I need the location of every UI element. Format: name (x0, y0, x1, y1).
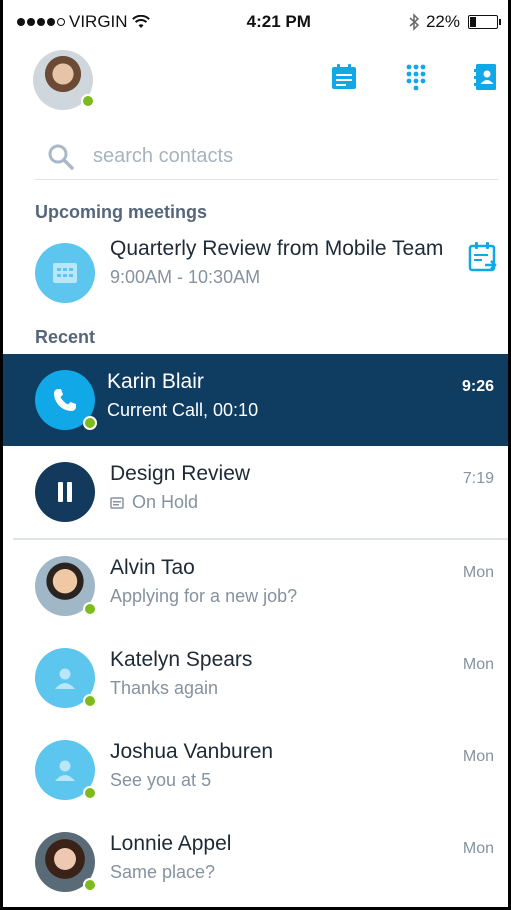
last-message: Applying for a new job? (110, 585, 298, 606)
person-icon (55, 668, 75, 689)
contact-name: Lonnie Appel (110, 831, 232, 855)
meeting-small-icon (110, 496, 124, 509)
recent-item-active-call[interactable]: Karin Blair Current Call, 00:10 9:26 (3, 354, 508, 446)
carrier-label: VIRGIN (69, 12, 128, 31)
recent-item[interactable]: Joshua Vanburen See you at 5 Mon (3, 724, 508, 816)
presence-available-icon (83, 416, 97, 430)
section-title-recent: Recent (35, 327, 96, 347)
battery-icon (468, 15, 501, 29)
wifi-icon (131, 15, 150, 28)
search-input[interactable] (93, 145, 453, 168)
signal-strength-icon (17, 18, 65, 26)
status-bar: VIRGIN 4:21 PM 22% (3, 0, 508, 44)
header (3, 44, 508, 128)
last-message: Same place? (110, 861, 216, 882)
hold-avatar (35, 462, 95, 522)
contact-avatar (35, 555, 97, 616)
phone-icon (54, 389, 76, 411)
clock: 4:21 PM (246, 12, 311, 31)
presence-available-icon (83, 693, 97, 708)
meeting-title: Quarterly Review from Mobile Team (110, 237, 444, 260)
pause-icon (58, 482, 72, 502)
my-avatar[interactable] (33, 50, 95, 110)
presence-available-icon (83, 785, 97, 800)
app-frame: VIRGIN 4:21 PM 22% search contacts Upcom… (0, 0, 511, 910)
dialpad-icon[interactable] (401, 62, 431, 92)
call-avatar (35, 370, 97, 430)
contact-avatar (35, 739, 97, 800)
contact-avatar (35, 647, 97, 708)
battery-percent: 22% (425, 12, 460, 31)
call-status: Current Call, 00:10 (107, 400, 259, 420)
contact-avatar (35, 831, 97, 892)
presence-available-icon (83, 877, 97, 892)
recent-item[interactable]: Katelyn Spears Thanks again Mon (3, 632, 508, 724)
presence-available-icon (81, 94, 95, 108)
person-icon (55, 760, 75, 781)
calendar-icon (53, 263, 77, 283)
contact-name: Design Review (110, 462, 251, 485)
contact-name: Karin Blair (107, 370, 204, 393)
recent-time: 7:19 (462, 470, 494, 487)
hold-status: On Hold (132, 492, 199, 512)
contact-name: Katelyn Spears (110, 647, 253, 671)
recent-item[interactable]: Alvin Tao Applying for a new job? Mon (3, 540, 508, 632)
meeting-avatar (35, 243, 95, 303)
last-message: Thanks again (110, 677, 219, 698)
contact-name: Alvin Tao (110, 555, 195, 579)
search-bar (35, 134, 498, 180)
recent-time: Mon (462, 563, 494, 581)
calendar-notes-icon[interactable] (329, 62, 359, 92)
meeting-time: 9:00AM - 10:30AM (110, 267, 261, 287)
meeting-item[interactable]: Quarterly Review from Mobile Team 9:00AM… (3, 223, 508, 319)
call-time: 9:26 (461, 378, 494, 395)
search-icon (48, 144, 74, 170)
recent-time: Mon (462, 747, 494, 765)
contacts-icon[interactable] (471, 62, 501, 92)
recent-time: Mon (462, 839, 494, 857)
section-title-upcoming: Upcoming meetings (35, 202, 208, 222)
recent-time: Mon (462, 655, 494, 673)
join-meeting-icon[interactable] (468, 241, 498, 273)
presence-available-icon (83, 601, 97, 616)
recent-item[interactable]: Lonnie Appel Same place? Mon (3, 816, 508, 908)
last-message: See you at 5 (110, 769, 212, 790)
contact-name: Joshua Vanburen (110, 739, 274, 763)
recent-item-on-hold[interactable]: Design Review On Hold 7:19 (3, 446, 508, 538)
bluetooth-icon (409, 13, 420, 31)
